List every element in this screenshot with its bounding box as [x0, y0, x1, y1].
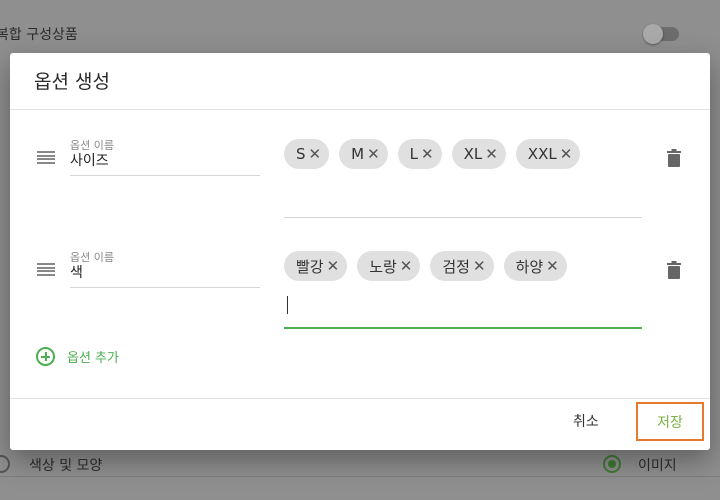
chip-label: XL [463, 145, 483, 163]
bg-divider [0, 476, 720, 477]
chip-label: 하양 [515, 257, 544, 276]
chip-label: XXL [527, 145, 557, 163]
option-values-input-1[interactable] [284, 217, 642, 218]
option-name-field-2[interactable]: 옵션 이름 색 [70, 249, 260, 288]
option-values-input-2[interactable] [284, 327, 642, 329]
option-name-label: 옵션 이름 [70, 139, 114, 152]
option-name-field-1[interactable]: 옵션 이름 사이즈 [70, 137, 260, 176]
bg-bundle-product-label: 복합 구성상품 [0, 27, 78, 43]
dialog-header-divider [10, 109, 710, 110]
dialog-footer-divider [10, 398, 710, 399]
chip-label: 검정 [442, 257, 470, 276]
text-cursor [287, 296, 288, 314]
delete-option-icon[interactable] [667, 149, 681, 167]
value-chip: XXL ✕ [515, 139, 581, 169]
chip-label: 빨강 [296, 257, 324, 276]
option-name-input[interactable]: 사이즈 [70, 151, 260, 171]
chip-remove-icon[interactable]: ✕ [485, 145, 498, 163]
option-values-chips-2: 빨강 ✕ 노랑 ✕ 검정 ✕ 하양 ✕ [284, 251, 567, 281]
option-name-underline [70, 175, 260, 176]
bg-color-shape-label: 색상 및 모양 [29, 458, 103, 474]
chip-label: 노랑 [369, 257, 397, 276]
option-values-chips-1: S ✕ M ✕ L ✕ XL ✕ XXL ✕ [284, 139, 581, 169]
value-chip: XL ✕ [451, 139, 506, 169]
chip-remove-icon[interactable]: ✕ [400, 257, 413, 275]
option-name-underline [70, 287, 260, 288]
bg-radio-image[interactable] [603, 455, 621, 473]
option-name-label: 옵션 이름 [70, 251, 114, 264]
save-button[interactable]: 저장 [636, 402, 704, 441]
chip-remove-icon[interactable]: ✕ [327, 257, 340, 275]
value-chip: L ✕ [397, 139, 442, 169]
bg-radio-color-shape[interactable] [0, 455, 10, 473]
bg-image-label: 이미지 [638, 458, 677, 474]
chip-remove-icon[interactable]: ✕ [367, 145, 380, 163]
create-option-dialog: 옵션 생성 옵션 이름 사이즈 S ✕ M ✕ L ✕ XL ✕ XXL ✕ 옵션 이름 … [10, 53, 710, 450]
add-option-button[interactable]: 옵션 추가 [36, 347, 119, 366]
value-chip: M ✕ [339, 139, 388, 169]
value-chip: S ✕ [284, 139, 330, 169]
add-circle-icon [36, 347, 55, 366]
chip-remove-icon[interactable]: ✕ [309, 145, 322, 163]
value-chip: 하양 ✕ [503, 251, 567, 281]
value-chip: 노랑 ✕ [357, 251, 421, 281]
chip-remove-icon[interactable]: ✕ [546, 257, 559, 275]
cancel-button[interactable]: 취소 [573, 411, 599, 431]
dialog-title: 옵션 생성 [34, 71, 110, 93]
chip-remove-icon[interactable]: ✕ [421, 145, 434, 163]
chip-remove-icon[interactable]: ✕ [560, 145, 573, 163]
drag-handle-icon[interactable] [37, 263, 55, 276]
chip-remove-icon[interactable]: ✕ [473, 257, 486, 275]
value-chip: 빨강 ✕ [284, 251, 348, 281]
delete-option-icon[interactable] [667, 261, 681, 279]
option-name-input[interactable]: 색 [70, 263, 260, 283]
chip-label: L [409, 145, 418, 163]
drag-handle-icon[interactable] [37, 151, 55, 164]
value-chip: 검정 ✕ [430, 251, 494, 281]
chip-label: S [296, 145, 306, 163]
chip-label: M [351, 145, 365, 163]
bg-bundle-toggle[interactable] [643, 24, 679, 44]
add-option-label: 옵션 추가 [67, 351, 119, 366]
